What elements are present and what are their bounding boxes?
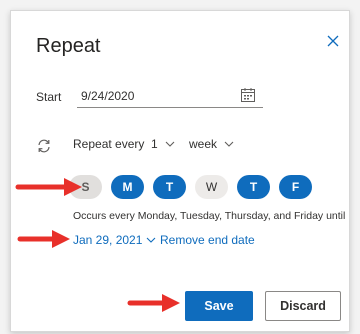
- end-date-dropdown[interactable]: Jan 29, 2021: [73, 233, 156, 247]
- chevron-down-icon: [165, 141, 175, 147]
- day-toggle-friday[interactable]: F: [279, 175, 312, 199]
- chevron-down-icon: [147, 237, 156, 243]
- repeat-unit-dropdown[interactable]: week: [189, 133, 234, 155]
- repeat-count-dropdown[interactable]: 1: [151, 133, 175, 155]
- close-icon[interactable]: [323, 31, 343, 51]
- recurrence-summary: Occurs every Monday, Tuesday, Thursday, …: [73, 210, 346, 222]
- discard-button[interactable]: Discard: [265, 291, 341, 321]
- end-date-value: Jan 29, 2021: [73, 233, 143, 247]
- dialog-title: Repeat: [36, 35, 101, 57]
- annotation-arrow-icon: [15, 178, 82, 196]
- repeat-unit-value: week: [189, 137, 218, 151]
- start-date-field[interactable]: 9/24/2020: [77, 84, 263, 108]
- start-label: Start: [36, 90, 62, 104]
- repeat-every-label: Repeat every: [73, 137, 145, 151]
- start-date-value: 9/24/2020: [81, 89, 135, 103]
- remove-end-date-link[interactable]: Remove end date: [160, 233, 255, 247]
- save-button[interactable]: Save: [185, 291, 253, 321]
- day-toggle-monday[interactable]: M: [111, 175, 144, 199]
- repeat-icon: [36, 138, 52, 154]
- annotation-arrow-icon: [17, 230, 70, 248]
- day-toggle-tuesday[interactable]: T: [153, 175, 186, 199]
- calendar-icon[interactable]: [240, 87, 256, 103]
- day-toggle-wednesday[interactable]: W: [195, 175, 228, 199]
- screenshot-frame: Repeat Start 9/24/2020 Repeat every 1 we…: [0, 0, 360, 334]
- chevron-down-icon: [224, 141, 234, 147]
- day-toggle-thursday[interactable]: T: [237, 175, 270, 199]
- annotation-arrow-icon: [127, 294, 180, 312]
- weekday-picker: S M T W T F: [69, 175, 312, 199]
- repeat-dialog: Repeat Start 9/24/2020 Repeat every 1 we…: [10, 10, 350, 332]
- repeat-count-value: 1: [151, 137, 158, 151]
